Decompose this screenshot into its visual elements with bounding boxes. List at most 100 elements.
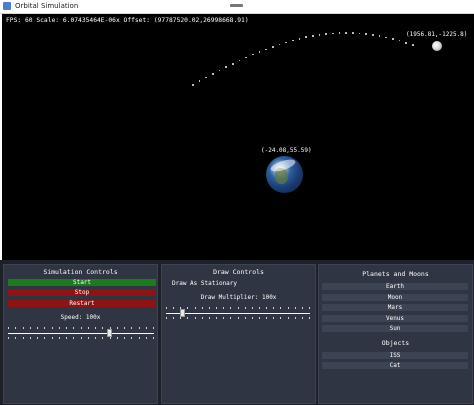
draw-as-stationary-toggle[interactable]: Draw As Stationary: [172, 280, 237, 287]
slider-tick: [294, 317, 296, 319]
slider-tick: [95, 337, 96, 339]
draw-multiplier-slider[interactable]: [166, 305, 310, 321]
slider-tick: [166, 317, 167, 319]
slider-tick: [180, 317, 182, 319]
slider-tick: [22, 337, 24, 339]
orbit-dot: [345, 32, 347, 34]
orbit-dot: [392, 38, 394, 40]
orbit-dot: [225, 66, 227, 68]
slider-tick: [187, 317, 189, 319]
slider-tick: [66, 327, 67, 329]
slider-tick: [73, 327, 75, 329]
slider-tick: [201, 307, 203, 309]
planet-item-venus[interactable]: Venus: [322, 315, 468, 322]
orbit-dot: [332, 32, 334, 35]
speed-slider-thumb[interactable]: [106, 329, 112, 337]
slider-tick: [280, 307, 282, 309]
slider-tick: [237, 307, 239, 309]
object-item-iss[interactable]: ISS: [322, 352, 468, 359]
earth[interactable]: [266, 156, 303, 193]
earth-coordinate-label: (-24.08,55.59): [261, 147, 312, 154]
slider-tick: [116, 337, 118, 339]
orbit-dot: [238, 59, 241, 62]
control-panels: Simulation Controls Start Stop Restart S…: [0, 260, 474, 405]
orbit-dot: [252, 53, 254, 56]
orbit-dot: [258, 51, 261, 53]
slider-tick: [58, 327, 60, 329]
draw-multiplier-slider-track[interactable]: [166, 313, 310, 314]
slider-tick: [208, 317, 210, 319]
slider-tick: [244, 307, 246, 309]
orbit-dot: [285, 41, 287, 44]
draw-controls-panel: Draw Controls Draw As Stationary Draw Mu…: [161, 264, 316, 404]
planet-item-moon[interactable]: Moon: [322, 294, 468, 301]
orbit-dot: [292, 39, 294, 42]
slider-tick: [223, 317, 225, 319]
slider-tick: [180, 307, 182, 309]
title-bar: Orbital Simulation: [0, 0, 474, 14]
slider-tick: [251, 307, 253, 309]
orbit-dot: [205, 76, 207, 79]
planet-item-mars[interactable]: Mars: [322, 304, 468, 311]
orbit-dot: [352, 32, 354, 34]
object-item-cat[interactable]: Cat: [322, 362, 468, 369]
slider-tick: [124, 337, 125, 339]
planets-moons-title: Planets and Moons: [362, 270, 429, 278]
slider-tick: [124, 327, 125, 329]
stop-button[interactable]: Stop: [8, 289, 156, 296]
start-button[interactable]: Start: [8, 279, 156, 286]
slider-tick: [294, 307, 296, 309]
slider-tick: [287, 307, 289, 309]
restart-button[interactable]: Restart: [8, 300, 156, 307]
slider-tick: [244, 317, 246, 319]
window-grip-icon[interactable]: [230, 4, 243, 7]
orbit-dot: [312, 35, 314, 37]
planet-item-earth[interactable]: Earth: [322, 283, 468, 290]
slider-tick: [138, 337, 140, 339]
orbit-dot: [232, 63, 234, 65]
slider-tick: [37, 327, 38, 329]
speed-slider[interactable]: [8, 325, 154, 341]
orbit-dot: [305, 36, 307, 38]
draw-multiplier-slider-thumb[interactable]: [179, 309, 185, 317]
slider-tick: [145, 327, 147, 329]
orbit-dot: [338, 32, 341, 34]
slider-tick: [51, 337, 53, 339]
slider-tick: [216, 307, 218, 309]
slider-tick: [216, 317, 218, 319]
slider-tick: [266, 307, 268, 309]
orbit-dot: [385, 36, 387, 38]
slider-tick: [44, 327, 46, 329]
slider-tick: [95, 327, 96, 329]
slider-tick: [273, 317, 275, 319]
slider-tick: [51, 327, 53, 329]
slider-tick: [87, 327, 89, 329]
moon[interactable]: [432, 41, 442, 51]
orbit-dot: [272, 46, 274, 48]
slider-tick: [230, 317, 232, 319]
slider-tick: [258, 317, 260, 319]
moon-coordinate-label: (1956.81,-1225.8): [406, 31, 468, 38]
slider-tick: [173, 317, 175, 319]
slider-tick: [87, 337, 89, 339]
slider-tick: [309, 317, 310, 319]
slider-tick: [8, 337, 9, 339]
slider-tick: [109, 327, 111, 329]
simulation-viewport[interactable]: FPS: 60 Scale: 6.07435464E-06x Offset: (…: [2, 14, 474, 260]
slider-tick: [153, 337, 154, 339]
planet-item-sun[interactable]: Sun: [322, 325, 468, 332]
orbit-dot: [298, 38, 301, 40]
slider-tick: [194, 317, 196, 319]
speed-slider-track[interactable]: [8, 333, 154, 334]
slider-tick: [237, 317, 239, 319]
slider-tick: [29, 337, 31, 339]
simulation-controls-panel: Simulation Controls Start Stop Restart S…: [3, 264, 158, 404]
slider-tick: [44, 337, 46, 339]
orbit-dot: [198, 80, 201, 82]
planets-moons-panel: Planets and Moons Earth Moon Mars Venus …: [318, 264, 473, 404]
orbit-dot: [192, 84, 194, 86]
slider-tick: [80, 337, 82, 339]
slider-tick: [201, 317, 203, 319]
slider-tick: [131, 327, 133, 329]
app-icon: [3, 2, 11, 10]
